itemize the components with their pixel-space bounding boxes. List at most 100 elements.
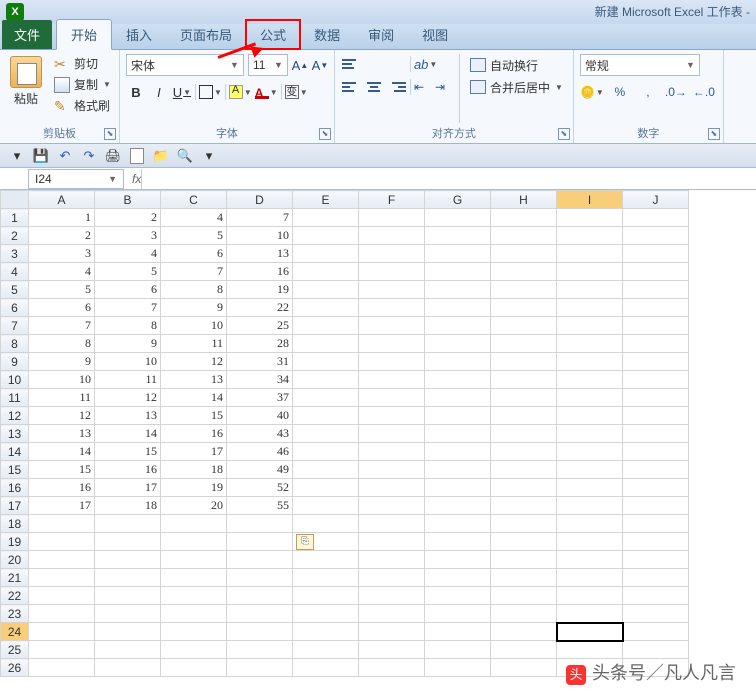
- cell-E16[interactable]: [293, 479, 359, 497]
- cell-G9[interactable]: [425, 353, 491, 371]
- select-all-corner[interactable]: [1, 191, 29, 209]
- cell-J3[interactable]: [623, 245, 689, 263]
- cell-H7[interactable]: [491, 317, 557, 335]
- col-header-F[interactable]: F: [359, 191, 425, 209]
- tab-插入[interactable]: 插入: [112, 20, 166, 49]
- cell-B14[interactable]: 15: [95, 443, 161, 461]
- cell-F17[interactable]: [359, 497, 425, 515]
- tab-审阅[interactable]: 审阅: [354, 20, 408, 49]
- cell-G11[interactable]: [425, 389, 491, 407]
- cell-J8[interactable]: [623, 335, 689, 353]
- cell-H9[interactable]: [491, 353, 557, 371]
- cell-G3[interactable]: [425, 245, 491, 263]
- row-header-1[interactable]: 1: [1, 209, 29, 227]
- cell-J6[interactable]: [623, 299, 689, 317]
- cell-E14[interactable]: [293, 443, 359, 461]
- cell-G1[interactable]: [425, 209, 491, 227]
- cell-F14[interactable]: [359, 443, 425, 461]
- cell-J9[interactable]: [623, 353, 689, 371]
- row-header-20[interactable]: 20: [1, 551, 29, 569]
- cell-D4[interactable]: 16: [227, 263, 293, 281]
- cell-D16[interactable]: 52: [227, 479, 293, 497]
- cell-I11[interactable]: [557, 389, 623, 407]
- cell-D22[interactable]: [227, 587, 293, 605]
- cell-C2[interactable]: 5: [161, 227, 227, 245]
- row-header-11[interactable]: 11: [1, 389, 29, 407]
- cell-J15[interactable]: [623, 461, 689, 479]
- cell-I22[interactable]: [557, 587, 623, 605]
- clipboard-launcher[interactable]: ⬊: [104, 128, 116, 140]
- row-header-23[interactable]: 23: [1, 605, 29, 623]
- cell-F19[interactable]: [359, 533, 425, 551]
- cell-E1[interactable]: [293, 209, 359, 227]
- cell-H8[interactable]: [491, 335, 557, 353]
- cell-G19[interactable]: [425, 533, 491, 551]
- cell-H17[interactable]: [491, 497, 557, 515]
- cell-B3[interactable]: 4: [95, 245, 161, 263]
- cell-B5[interactable]: 6: [95, 281, 161, 299]
- cell-E18[interactable]: [293, 515, 359, 533]
- col-header-D[interactable]: D: [227, 191, 293, 209]
- cell-A16[interactable]: 16: [29, 479, 95, 497]
- cell-J25[interactable]: [623, 641, 689, 659]
- cell-J17[interactable]: [623, 497, 689, 515]
- formula-bar[interactable]: [141, 169, 756, 189]
- col-header-G[interactable]: G: [425, 191, 491, 209]
- cell-I9[interactable]: [557, 353, 623, 371]
- cell-D13[interactable]: 43: [227, 425, 293, 443]
- cell-E20[interactable]: [293, 551, 359, 569]
- cell-B6[interactable]: 7: [95, 299, 161, 317]
- cell-I25[interactable]: [557, 641, 623, 659]
- cell-G15[interactable]: [425, 461, 491, 479]
- cell-B19[interactable]: [95, 533, 161, 551]
- cell-C18[interactable]: [161, 515, 227, 533]
- cell-B16[interactable]: 17: [95, 479, 161, 497]
- row-header-19[interactable]: 19: [1, 533, 29, 551]
- row-header-14[interactable]: 14: [1, 443, 29, 461]
- cell-E10[interactable]: [293, 371, 359, 389]
- open-button[interactable]: 📁: [152, 147, 170, 165]
- cell-C10[interactable]: 13: [161, 371, 227, 389]
- row-header-12[interactable]: 12: [1, 407, 29, 425]
- cell-B18[interactable]: [95, 515, 161, 533]
- cell-B23[interactable]: [95, 605, 161, 623]
- cell-J21[interactable]: [623, 569, 689, 587]
- row-header-13[interactable]: 13: [1, 425, 29, 443]
- cell-I6[interactable]: [557, 299, 623, 317]
- cell-A22[interactable]: [29, 587, 95, 605]
- row-header-8[interactable]: 8: [1, 335, 29, 353]
- cell-F20[interactable]: [359, 551, 425, 569]
- tab-页面布局[interactable]: 页面布局: [166, 20, 246, 49]
- cell-I17[interactable]: [557, 497, 623, 515]
- row-header-22[interactable]: 22: [1, 587, 29, 605]
- cell-G24[interactable]: [425, 623, 491, 641]
- cell-G21[interactable]: [425, 569, 491, 587]
- cell-A13[interactable]: 13: [29, 425, 95, 443]
- cell-D3[interactable]: 13: [227, 245, 293, 263]
- grow-font-button[interactable]: A▲: [292, 56, 308, 74]
- cell-A4[interactable]: 4: [29, 263, 95, 281]
- row-header-6[interactable]: 6: [1, 299, 29, 317]
- align-right-button[interactable]: [387, 78, 407, 96]
- tab-file[interactable]: 文件: [2, 20, 52, 49]
- cell-I15[interactable]: [557, 461, 623, 479]
- merge-center-button[interactable]: 合并后居中▼: [466, 76, 567, 98]
- cell-G13[interactable]: [425, 425, 491, 443]
- cell-F22[interactable]: [359, 587, 425, 605]
- cell-I13[interactable]: [557, 425, 623, 443]
- bold-button[interactable]: B: [126, 82, 146, 102]
- align-left-button[interactable]: [341, 78, 361, 96]
- cell-A1[interactable]: 1: [29, 209, 95, 227]
- cell-D2[interactable]: 10: [227, 227, 293, 245]
- align-bottom-button[interactable]: [387, 55, 407, 73]
- cell-G16[interactable]: [425, 479, 491, 497]
- tab-公式[interactable]: 公式: [246, 20, 300, 49]
- italic-button[interactable]: I: [149, 82, 169, 102]
- row-header-5[interactable]: 5: [1, 281, 29, 299]
- cell-D8[interactable]: 28: [227, 335, 293, 353]
- cut-button[interactable]: ✂剪切: [52, 54, 113, 73]
- cell-C17[interactable]: 20: [161, 497, 227, 515]
- cell-F23[interactable]: [359, 605, 425, 623]
- cell-H16[interactable]: [491, 479, 557, 497]
- row-header-10[interactable]: 10: [1, 371, 29, 389]
